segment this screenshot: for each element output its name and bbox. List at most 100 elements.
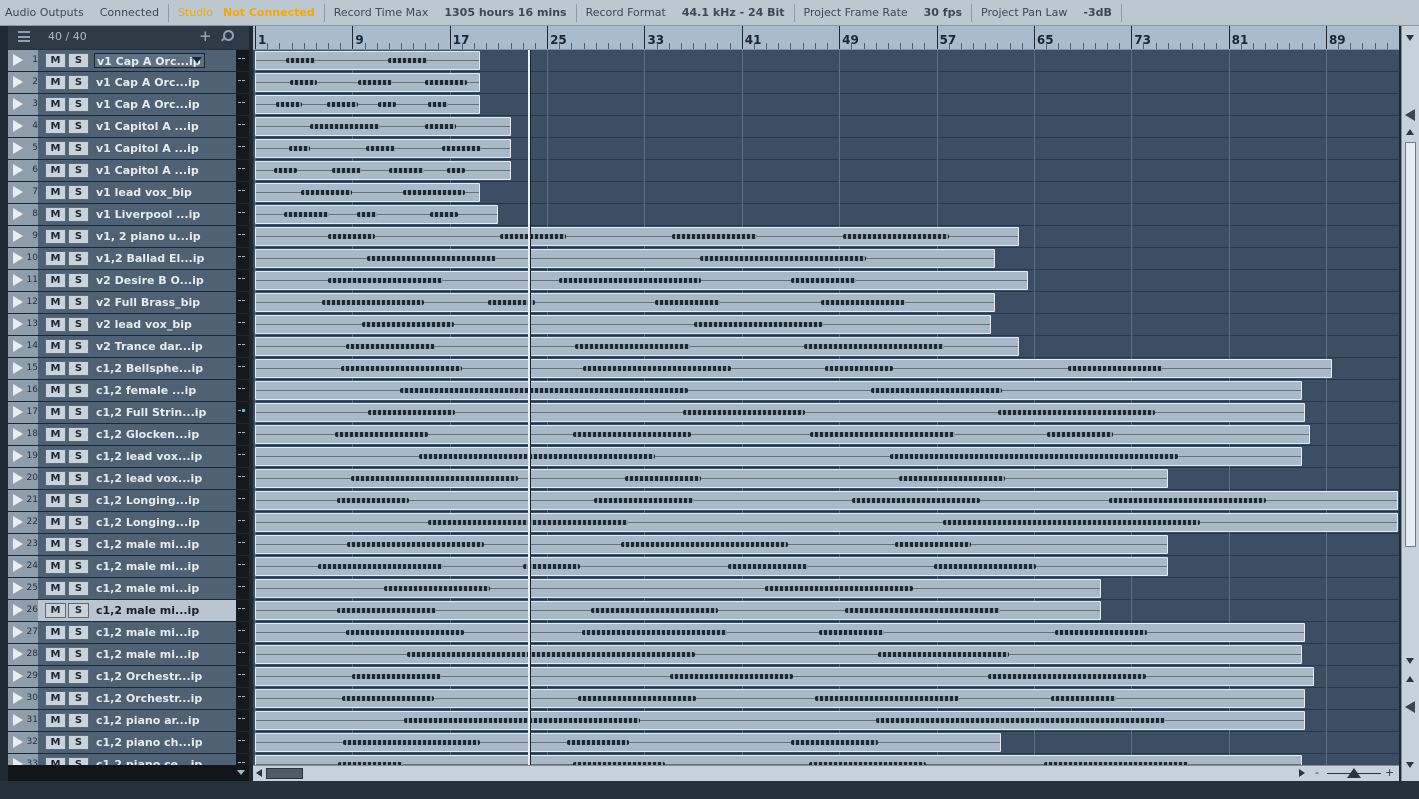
expand-triangle-icon[interactable]: [13, 384, 23, 396]
mute-button[interactable]: M: [45, 295, 66, 310]
track-name[interactable]: c1,2 lead vox...ip: [94, 449, 218, 464]
track-row[interactable]: 31 M Sc1,2 piano ar...ip: [8, 710, 249, 732]
solo-button[interactable]: S: [68, 471, 89, 486]
scroll-left-icon[interactable]: [255, 768, 265, 779]
solo-button[interactable]: S: [68, 141, 89, 156]
solo-button[interactable]: S: [68, 537, 89, 552]
zoom-handle-icon[interactable]: [1347, 768, 1361, 778]
track-row[interactable]: 18 M Sc1,2 Glocken...ip: [8, 424, 249, 446]
track-name[interactable]: v1, 2 piano u...ip: [94, 229, 218, 244]
mute-button[interactable]: M: [45, 691, 66, 706]
mute-button[interactable]: M: [45, 141, 66, 156]
mute-button[interactable]: M: [45, 713, 66, 728]
audio-event[interactable]: [255, 513, 1398, 532]
mute-button[interactable]: M: [45, 559, 66, 574]
audio-event[interactable]: [255, 205, 499, 224]
audio-event[interactable]: [255, 755, 1302, 765]
track-name[interactable]: c1,2 male mi...ip: [94, 581, 218, 596]
track-name[interactable]: c1,2 Full Strin...ip: [94, 405, 218, 420]
mute-button[interactable]: M: [45, 581, 66, 596]
track-row[interactable]: 6 M Sv1 Capitol A ...ip: [8, 160, 249, 182]
track-row[interactable]: 16 M Sc1,2 female ...ip: [8, 380, 249, 402]
expand-triangle-icon[interactable]: [13, 340, 23, 352]
track-name[interactable]: v1 Capitol A ...ip: [94, 163, 218, 178]
mute-button[interactable]: M: [45, 669, 66, 684]
solo-button[interactable]: S: [68, 581, 89, 596]
track-name[interactable]: c1,2 Longing...ip: [94, 493, 218, 508]
expand-triangle-icon[interactable]: [13, 758, 23, 765]
search-icon[interactable]: [220, 29, 234, 43]
audio-event[interactable]: [255, 689, 1306, 708]
mute-button[interactable]: M: [45, 119, 66, 134]
audio-event[interactable]: [255, 51, 481, 70]
solo-button[interactable]: S: [68, 669, 89, 684]
expand-triangle-icon[interactable]: [13, 648, 23, 660]
mute-button[interactable]: M: [45, 647, 66, 662]
solo-button[interactable]: S: [68, 647, 89, 662]
audio-event[interactable]: [255, 447, 1302, 466]
mute-button[interactable]: M: [45, 603, 66, 618]
track-name[interactable]: v1,2 Ballad El...ip: [94, 251, 218, 266]
track-row[interactable]: 17 M Sc1,2 Full Strin...ip: [8, 402, 249, 424]
arrange-area[interactable]: [253, 50, 1399, 765]
timeline-ruler[interactable]: 1 9 17 25 33 41 49 57 65 73 81 89: [253, 26, 1399, 50]
expand-triangle-icon[interactable]: [13, 186, 23, 198]
expand-triangle-icon[interactable]: [13, 164, 23, 176]
track-name[interactable]: c1,2 Orchestr...ip: [94, 669, 218, 684]
mute-button[interactable]: M: [45, 405, 66, 420]
track-name[interactable]: v1 Cap A Orc...ip: [94, 75, 218, 90]
solo-button[interactable]: S: [68, 515, 89, 530]
track-name[interactable]: c1,2 female ...ip: [94, 383, 218, 398]
expand-triangle-icon[interactable]: [13, 560, 23, 572]
track-name[interactable]: c1,2 male mi...ip: [94, 647, 218, 662]
track-row[interactable]: 9 M Sv1, 2 piano u...ip: [8, 226, 249, 248]
mute-button[interactable]: M: [45, 449, 66, 464]
track-name[interactable]: v2 Trance dar...ip: [94, 339, 218, 354]
track-name[interactable]: v2 lead vox_bip: [94, 317, 218, 332]
mute-button[interactable]: M: [45, 53, 66, 68]
audio-event[interactable]: [255, 667, 1314, 686]
track-name[interactable]: v2 Full Brass_bip: [94, 295, 218, 310]
audio-event[interactable]: [255, 535, 1168, 554]
solo-button[interactable]: S: [68, 405, 89, 420]
expand-triangle-icon[interactable]: [13, 604, 23, 616]
expand-triangle-icon[interactable]: [13, 142, 23, 154]
track-name[interactable]: v1 Cap A Orc...ip: [94, 97, 218, 112]
mute-button[interactable]: M: [45, 273, 66, 288]
zoom-out-icon[interactable]: -: [1315, 766, 1319, 779]
chevron-down-icon[interactable]: [1404, 31, 1417, 44]
track-row[interactable]: 4 M Sv1 Capitol A ...ip: [8, 116, 249, 138]
solo-button[interactable]: S: [68, 273, 89, 288]
track-name[interactable]: c1,2 Orchestr...ip: [94, 691, 218, 706]
mute-button[interactable]: M: [45, 515, 66, 530]
mute-button[interactable]: M: [45, 97, 66, 112]
solo-button[interactable]: S: [68, 735, 89, 750]
mute-button[interactable]: M: [45, 427, 66, 442]
track-name[interactable]: c1,2 piano ce...ip: [94, 757, 218, 765]
mute-button[interactable]: M: [45, 207, 66, 222]
chevron-down-icon[interactable]: [237, 770, 245, 775]
mute-button[interactable]: M: [45, 229, 66, 244]
track-row[interactable]: 25 M Sc1,2 male mi...ip: [8, 578, 249, 600]
track-name[interactable]: c1,2 piano ar...ip: [94, 713, 218, 728]
solo-button[interactable]: S: [68, 427, 89, 442]
track-row[interactable]: 22 M Sc1,2 Longing...ip: [8, 512, 249, 534]
audio-event[interactable]: [255, 139, 511, 158]
expand-triangle-icon[interactable]: [13, 692, 23, 704]
audio-event[interactable]: [255, 183, 481, 202]
track-row[interactable]: 15 M Sc1,2 Bellsphe...ip: [8, 358, 249, 380]
mute-button[interactable]: M: [45, 757, 66, 765]
vertical-scroll-thumb[interactable]: [1405, 142, 1416, 547]
solo-button[interactable]: S: [68, 713, 89, 728]
mute-button[interactable]: M: [45, 317, 66, 332]
expand-triangle-icon[interactable]: [13, 406, 23, 418]
expand-triangle-icon[interactable]: [13, 626, 23, 638]
track-row[interactable]: 14 M Sv2 Trance dar...ip: [8, 336, 249, 358]
audio-event[interactable]: [255, 425, 1311, 444]
audio-event[interactable]: [255, 711, 1306, 730]
expand-triangle-icon[interactable]: [13, 538, 23, 550]
solo-button[interactable]: S: [68, 295, 89, 310]
track-row[interactable]: 11 M Sv2 Desire B O...ip: [8, 270, 249, 292]
expand-triangle-icon[interactable]: [13, 428, 23, 440]
track-row[interactable]: 10 M Sv1,2 Ballad El...ip: [8, 248, 249, 270]
